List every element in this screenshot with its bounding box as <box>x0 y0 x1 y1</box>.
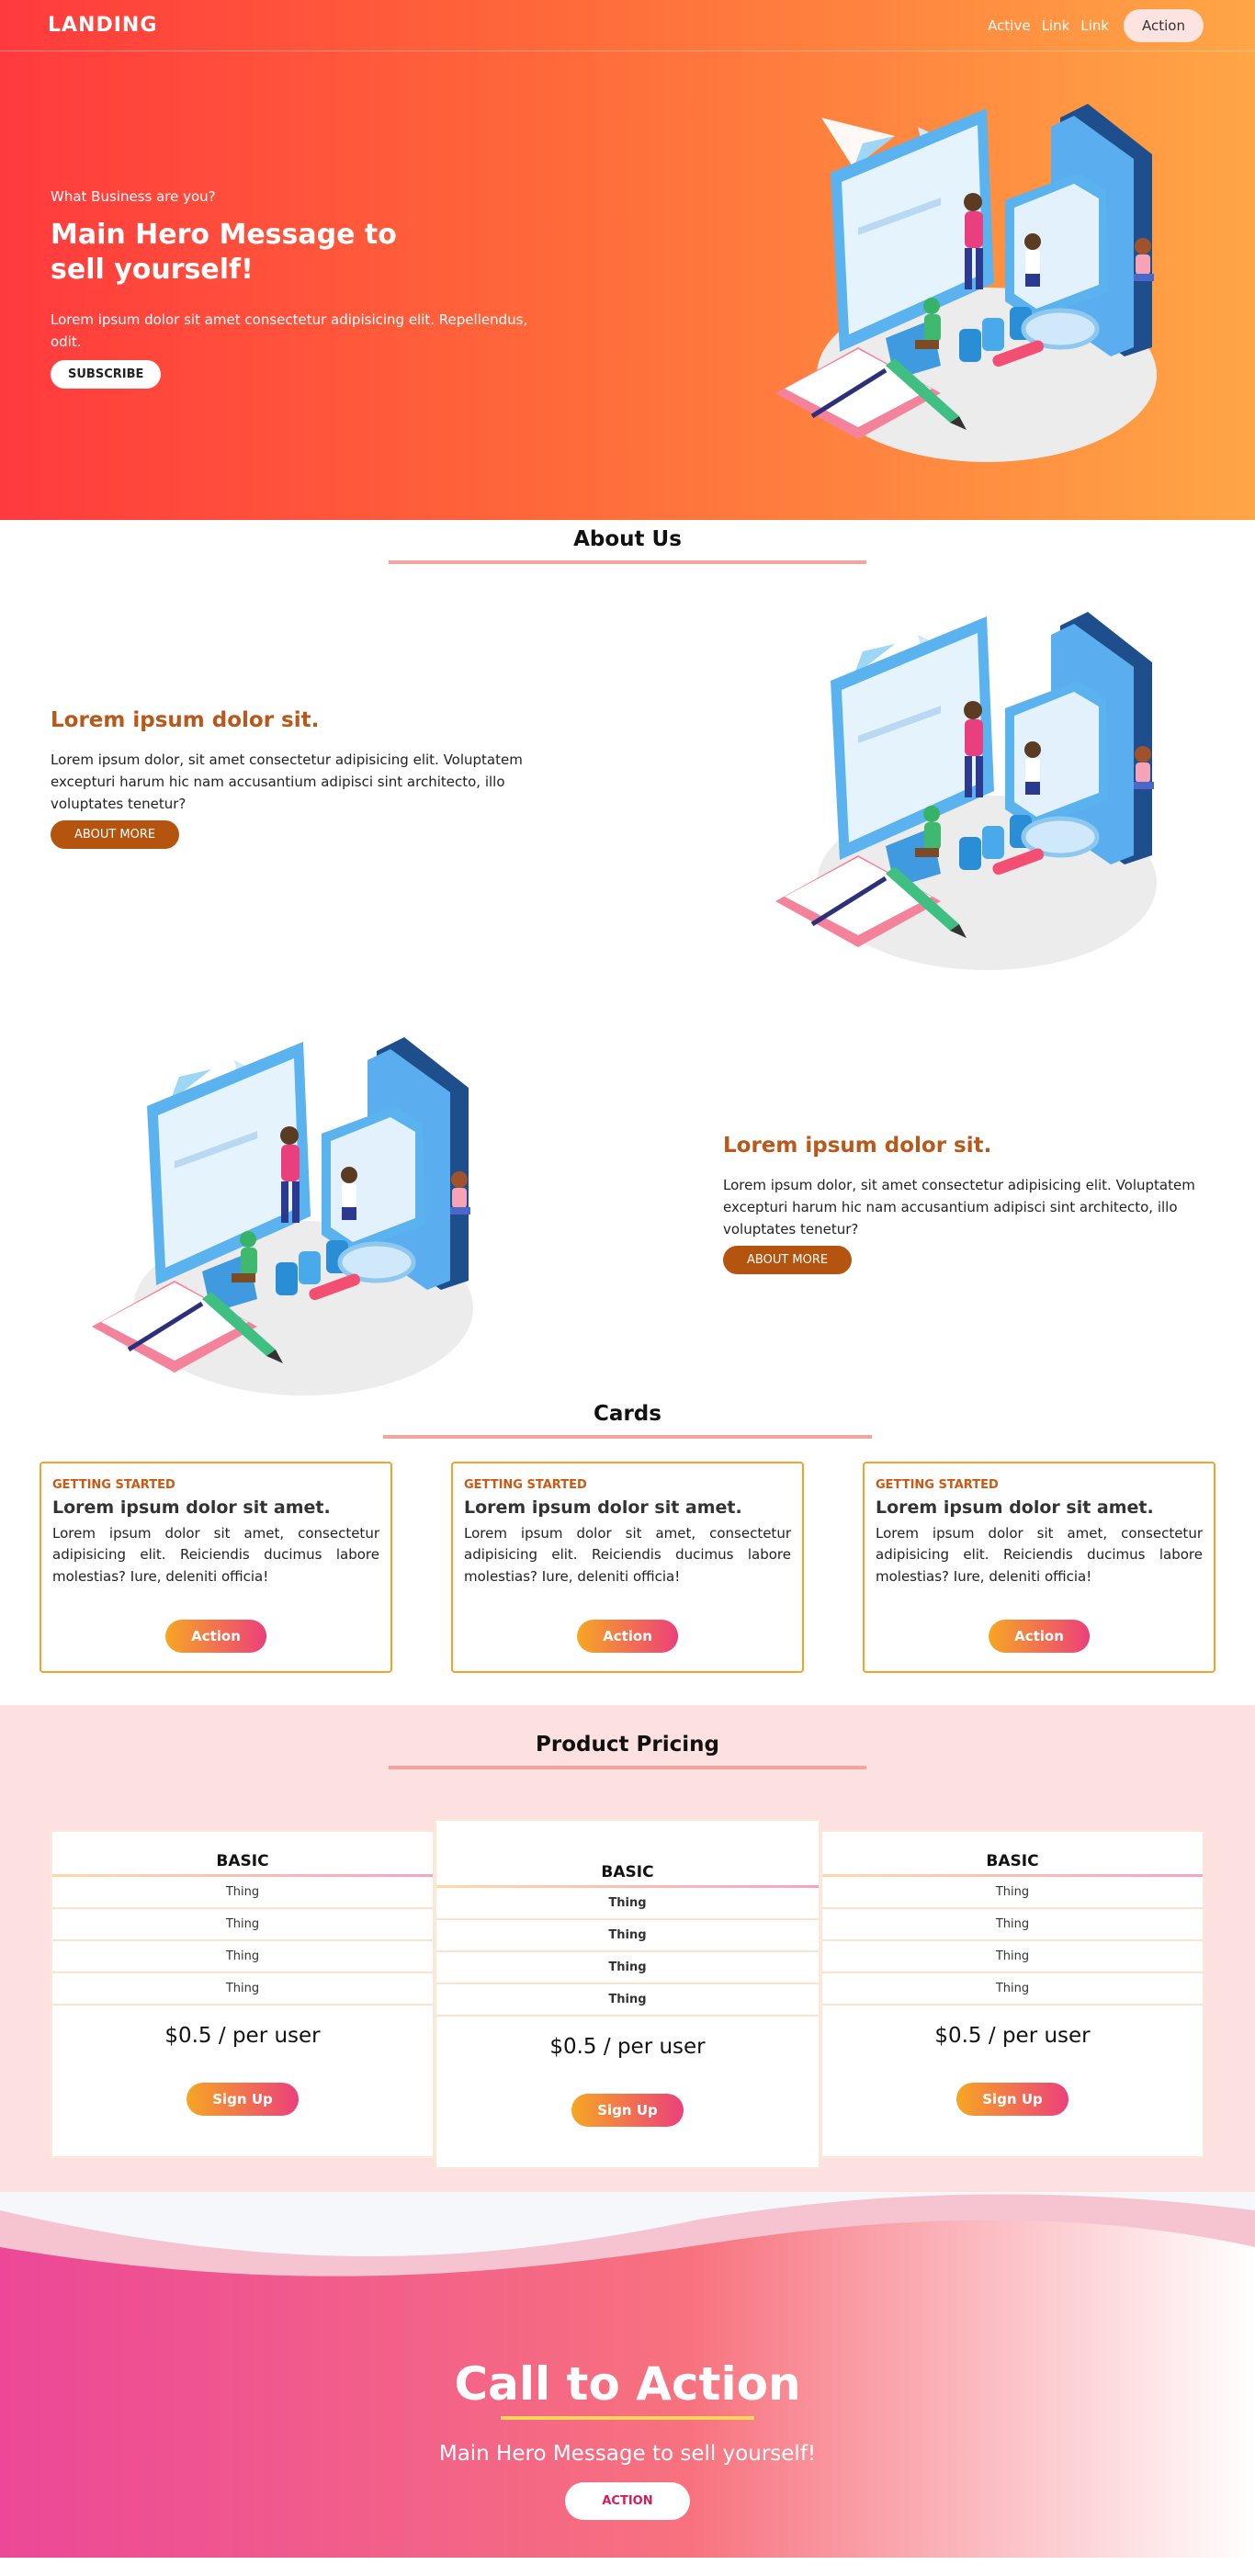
card-3-action-button[interactable]: Action <box>989 1620 1090 1653</box>
plan-1-row-2: Thing <box>52 1909 433 1941</box>
cta-content: Call to Action Main Hero Message to sell… <box>0 2357 1255 2520</box>
card-2: GETTING STARTED Lorem ipsum dolor sit am… <box>451 1462 804 1673</box>
plan-2-row-2: Thing <box>436 1920 819 1952</box>
about-more-button-2[interactable]: ABOUT MORE <box>723 1246 853 1274</box>
about-section: About Us Lorem ipsum dolor sit. Lorem ip… <box>0 520 1255 1402</box>
plan-2-row-3: Thing <box>436 1952 819 1984</box>
cta-subtitle: Main Hero Message to sell yourself! <box>438 2442 817 2466</box>
card-2-title: Lorem ipsum dolor sit amet. <box>464 1497 742 1518</box>
card-1-eyebrow: GETTING STARTED <box>52 1478 175 1492</box>
plan-3-row-4: Thing <box>822 1973 1203 2005</box>
plan-2: BASIC Thing Thing Thing Thing $0.5 / per… <box>435 1819 820 2169</box>
hero-text: What Business are you? Main Hero Message… <box>51 188 547 389</box>
cta-action-button[interactable]: ACTION <box>565 2482 690 2520</box>
pricing-section: Product Pricing BASIC Thing Thing Thing … <box>0 1705 1255 2192</box>
card-2-action-button[interactable]: Action <box>577 1620 678 1653</box>
feature-2-title: Lorem ipsum dolor sit. <box>723 1134 992 1158</box>
nav-link-active[interactable]: Active <box>988 17 1030 34</box>
card-1-description: Lorem ipsum dolor sit amet, consectetur … <box>52 1525 379 1585</box>
feature-2-description: Lorem ipsum dolor, sit amet consectetur … <box>723 1177 1195 1237</box>
plan-2-name: BASIC <box>601 1863 654 1881</box>
cards-heading: Cards <box>594 1402 661 1426</box>
hero-description: Lorem ipsum dolor sit amet consectetur a… <box>51 311 528 350</box>
plan-2-row-1: Thing <box>436 1888 819 1920</box>
feature-1: Lorem ipsum dolor sit. Lorem ipsum dolor… <box>51 708 547 849</box>
cards-heading-rule <box>383 1435 872 1439</box>
about-heading: About Us <box>573 527 682 551</box>
feature-2: Lorem ipsum dolor sit. Lorem ipsum dolor… <box>723 1134 1219 1274</box>
plan-3-signup-button[interactable]: Sign Up <box>956 2083 1068 2116</box>
pricing-heading-rule <box>389 1766 866 1769</box>
nav-links: Active Link Link Action <box>988 8 1204 42</box>
hero-title: Main Hero Message to sell yourself! <box>51 219 397 286</box>
plan-1-row-3: Thing <box>52 1941 433 1973</box>
subscribe-button[interactable]: SUBSCRIBE <box>51 360 162 389</box>
card-2-description: Lorem ipsum dolor sit amet, consectetur … <box>464 1525 791 1585</box>
cta-title-rule <box>501 2416 754 2420</box>
hero-section: LANDING Active Link Link Action What Bus… <box>0 0 1255 520</box>
card-1-title: Lorem ipsum dolor sit amet. <box>52 1497 331 1518</box>
plan-1-price: $0.5 / per user <box>164 2024 321 2048</box>
hero-eyebrow: What Business are you? <box>51 188 216 205</box>
card-3-title: Lorem ipsum dolor sit amet. <box>876 1497 1154 1518</box>
plan-2-signup-button[interactable]: Sign Up <box>571 2094 684 2127</box>
card-2-eyebrow: GETTING STARTED <box>464 1478 587 1492</box>
top-nav: LANDING Active Link Link Action <box>0 0 1255 51</box>
plan-2-row-4: Thing <box>436 1984 819 2017</box>
plan-1-signup-button[interactable]: Sign Up <box>187 2083 299 2116</box>
plan-3-name: BASIC <box>986 1852 1039 1870</box>
card-3-description: Lorem ipsum dolor sit amet, consectetur … <box>876 1525 1203 1585</box>
nav-link-2[interactable]: Link <box>1080 17 1109 34</box>
feature-1-illustration <box>757 607 1189 993</box>
card-3: GETTING STARTED Lorem ipsum dolor sit am… <box>863 1462 1215 1673</box>
brand-logo[interactable]: LANDING <box>48 14 157 37</box>
plan-3-price: $0.5 / per user <box>934 2024 1091 2048</box>
card-1-action-button[interactable]: Action <box>165 1620 266 1653</box>
plan-1: BASIC Thing Thing Thing Thing $0.5 / per… <box>51 1830 435 2158</box>
nav-action-button[interactable]: Action <box>1124 8 1204 42</box>
card-1: GETTING STARTED Lorem ipsum dolor sit am… <box>40 1462 392 1673</box>
cards-section: Cards GETTING STARTED Lorem ipsum dolor … <box>0 1402 1255 1705</box>
feature-2-illustration <box>73 1033 505 1418</box>
hero-illustration <box>757 99 1189 485</box>
plan-2-price: $0.5 / per user <box>549 2035 706 2059</box>
about-more-button-1[interactable]: ABOUT MORE <box>51 820 180 849</box>
card-3-eyebrow: GETTING STARTED <box>876 1478 999 1492</box>
cta-section: Call to Action Main Hero Message to sell… <box>0 2192 1255 2558</box>
pricing-heading: Product Pricing <box>536 1733 719 1757</box>
feature-1-title: Lorem ipsum dolor sit. <box>51 708 320 732</box>
plan-1-name: BASIC <box>216 1852 269 1870</box>
about-heading-rule <box>389 560 866 564</box>
feature-1-description: Lorem ipsum dolor, sit amet consectetur … <box>51 751 523 812</box>
plan-3: BASIC Thing Thing Thing Thing $0.5 / per… <box>820 1830 1204 2158</box>
plan-3-row-1: Thing <box>822 1877 1203 1909</box>
plan-3-row-2: Thing <box>822 1909 1203 1941</box>
cta-title: Call to Action <box>454 2357 801 2411</box>
nav-link-1[interactable]: Link <box>1042 17 1070 34</box>
plan-1-row-1: Thing <box>52 1877 433 1909</box>
plan-1-row-4: Thing <box>52 1973 433 2005</box>
plan-3-row-3: Thing <box>822 1941 1203 1973</box>
